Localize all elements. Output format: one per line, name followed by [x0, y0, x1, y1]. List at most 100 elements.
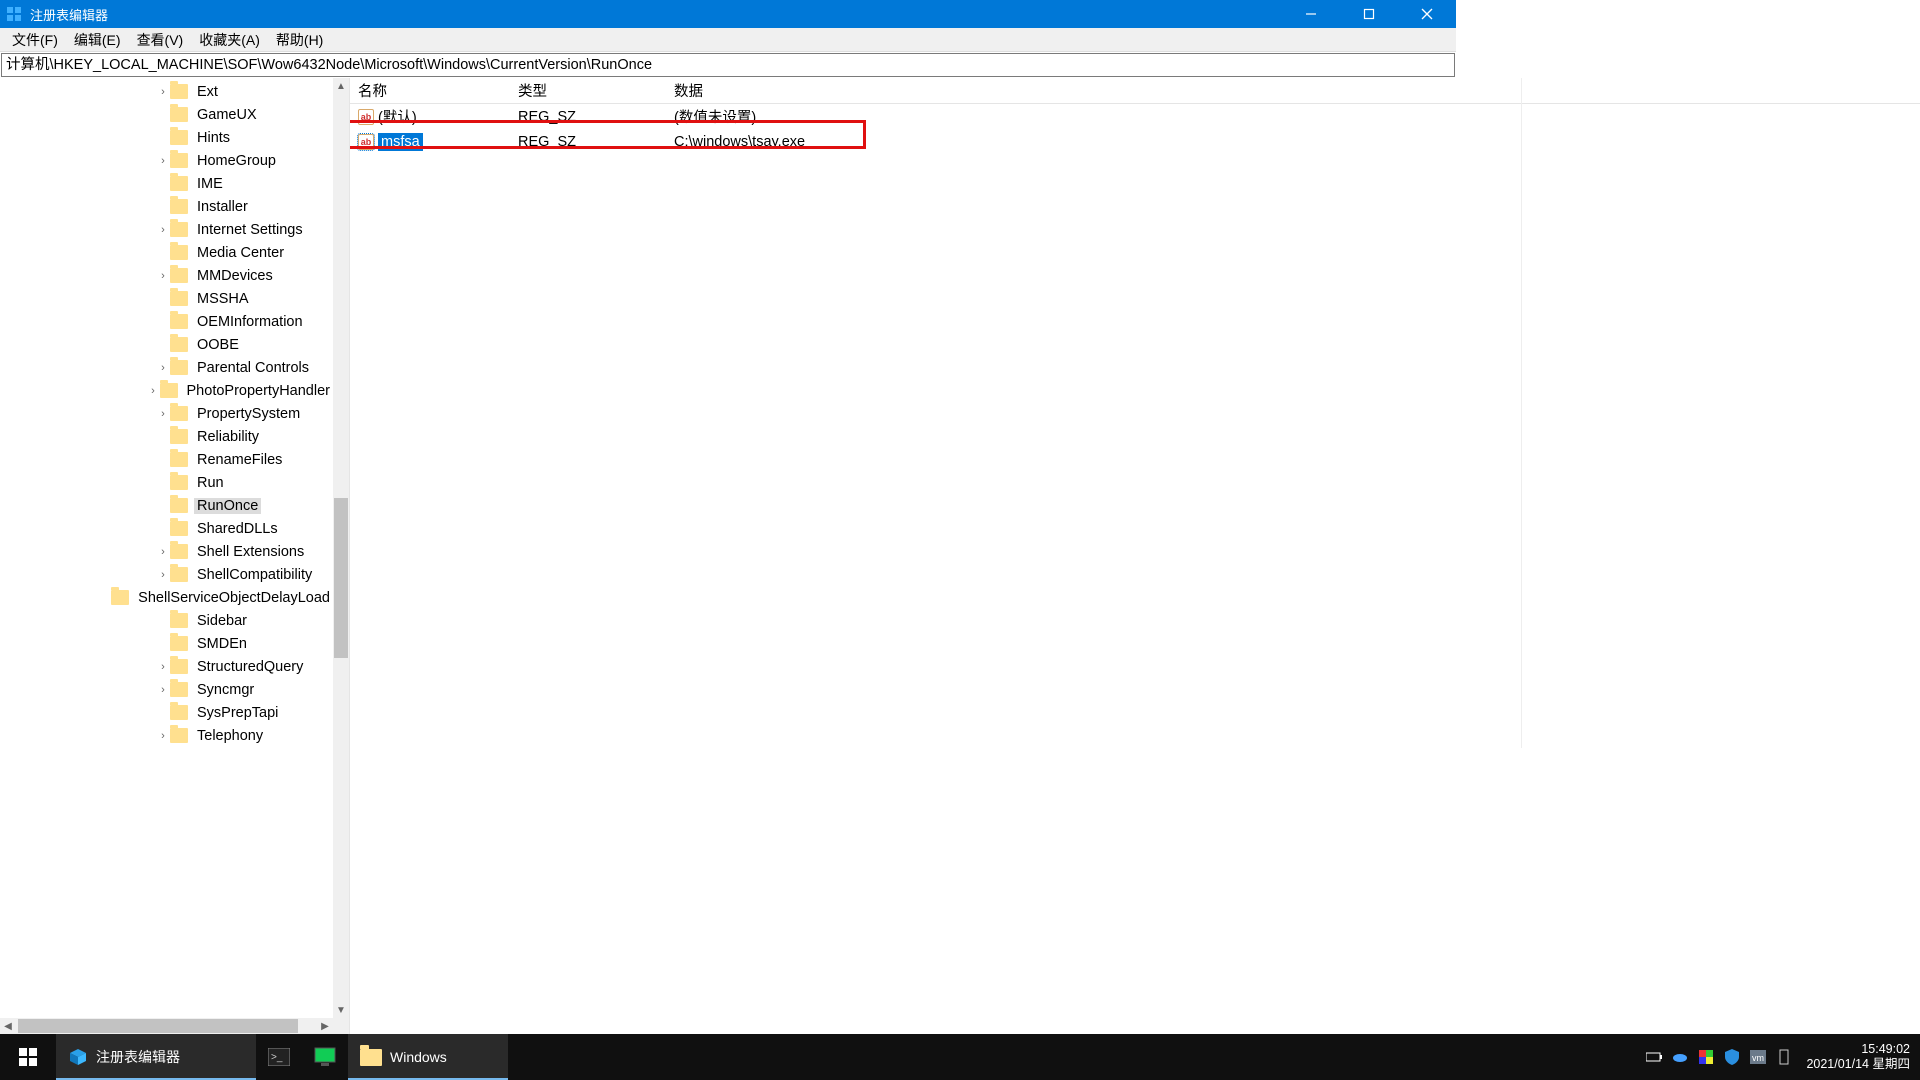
- tree-item[interactable]: MSSHA: [0, 287, 333, 310]
- values-pane: 名称 类型 数据 ab(默认)REG_SZ(数值未设置)abmsfsaREG_S…: [350, 78, 1920, 1034]
- folder-icon: [170, 498, 188, 513]
- values-header: 名称 类型 数据: [350, 78, 1920, 104]
- taskbar-item-explorer[interactable]: Windows: [348, 1034, 508, 1080]
- folder-icon: [170, 429, 188, 444]
- tree-item[interactable]: ›ShellCompatibility: [0, 563, 333, 586]
- taskbar-clock[interactable]: 15:49:02 2021/01/14 星期四: [1796, 1042, 1920, 1072]
- expand-icon[interactable]: ›: [156, 569, 170, 581]
- folder-icon: [170, 268, 188, 283]
- expand-icon[interactable]: ›: [156, 730, 170, 742]
- menu-help[interactable]: 帮助(H): [268, 28, 331, 52]
- tree-item-label: RenameFiles: [194, 452, 285, 468]
- tree-item[interactable]: Hints: [0, 126, 333, 149]
- menu-edit[interactable]: 编辑(E): [66, 28, 129, 52]
- maximize-button[interactable]: [1340, 0, 1398, 28]
- tree-item[interactable]: ›Telephony: [0, 724, 333, 747]
- tree-horizontal-scrollbar[interactable]: ◀ ▶: [0, 1018, 333, 1034]
- scroll-thumb[interactable]: [334, 498, 348, 658]
- scroll-right-arrow-icon[interactable]: ▶: [317, 1018, 333, 1034]
- close-button[interactable]: [1398, 0, 1456, 28]
- address-bar[interactable]: 计算机\HKEY_LOCAL_MACHINE\SOF\Wow6432Node\M…: [1, 53, 1455, 77]
- folder-icon: [170, 222, 188, 237]
- expand-icon[interactable]: ›: [156, 224, 170, 236]
- clock-date: 2021/01/14 星期四: [1806, 1057, 1910, 1072]
- tray-color-icon[interactable]: [1698, 1049, 1714, 1065]
- tree-item[interactable]: › Ext: [0, 80, 333, 103]
- scroll-down-arrow-icon[interactable]: ▼: [333, 1002, 349, 1018]
- tree-item[interactable]: Reliability: [0, 425, 333, 448]
- folder-icon: [360, 1049, 382, 1066]
- tree-item-label: Shell Extensions: [194, 544, 307, 560]
- folder-icon: [160, 383, 178, 398]
- tree-item[interactable]: RunOnce: [0, 494, 333, 517]
- tree-item-label: Ext: [194, 84, 221, 100]
- tree-item[interactable]: ›HomeGroup: [0, 149, 333, 172]
- tree-item[interactable]: ›Parental Controls: [0, 356, 333, 379]
- expand-icon[interactable]: ›: [156, 408, 170, 420]
- tree-item-label: MSSHA: [194, 291, 252, 307]
- tray-cloud-icon[interactable]: [1672, 1049, 1688, 1065]
- tree-item-label: Internet Settings: [194, 222, 306, 238]
- tree-item[interactable]: IME: [0, 172, 333, 195]
- expand-icon[interactable]: ›: [156, 155, 170, 167]
- title-bar: 注册表编辑器: [0, 0, 1456, 28]
- tree-item[interactable]: ›PhotoPropertyHandler: [0, 379, 333, 402]
- expand-icon[interactable]: ›: [156, 86, 170, 98]
- value-row[interactable]: abmsfsaREG_SZC:\windows\tsay.exe: [350, 129, 1920, 154]
- tree-item-label: Reliability: [194, 429, 262, 445]
- tree-item[interactable]: ›StructuredQuery: [0, 655, 333, 678]
- minimize-button[interactable]: [1282, 0, 1340, 28]
- tree-item[interactable]: Run: [0, 471, 333, 494]
- expand-icon[interactable]: ›: [156, 684, 170, 696]
- menu-file[interactable]: 文件(F): [4, 28, 66, 52]
- tree-item[interactable]: ›Syncmgr: [0, 678, 333, 701]
- folder-icon: [170, 728, 188, 743]
- column-name[interactable]: 名称: [350, 80, 510, 101]
- window-title: 注册表编辑器: [30, 5, 1282, 24]
- tree-item[interactable]: › Shell Extensions: [0, 540, 333, 563]
- tree-item[interactable]: ›PropertySystem: [0, 402, 333, 425]
- expand-icon[interactable]: ›: [156, 270, 170, 282]
- tree-item[interactable]: Sidebar: [0, 609, 333, 632]
- tree-item[interactable]: Installer: [0, 195, 333, 218]
- tree-item[interactable]: ›MMDevices: [0, 264, 333, 287]
- taskbar-item-cmd[interactable]: >_: [256, 1034, 302, 1080]
- expand-icon[interactable]: ›: [156, 546, 170, 558]
- expand-icon[interactable]: ›: [156, 661, 170, 673]
- tray-battery-icon[interactable]: [1646, 1049, 1662, 1065]
- taskbar-item-regedit[interactable]: 注册表编辑器: [56, 1034, 256, 1080]
- tree-item[interactable]: OOBE: [0, 333, 333, 356]
- taskbar-item-app[interactable]: [302, 1034, 348, 1080]
- tree-item[interactable]: OEMInformation: [0, 310, 333, 333]
- tree-item[interactable]: Media Center: [0, 241, 333, 264]
- tray-vm-icon[interactable]: vm: [1750, 1049, 1766, 1065]
- svg-text:>_: >_: [271, 1052, 283, 1063]
- column-type[interactable]: 类型: [510, 80, 666, 101]
- value-type: REG_SZ: [510, 134, 666, 150]
- taskbar: 注册表编辑器 >_ Windows vm 15:49:02 2021/01/14…: [0, 1034, 1920, 1080]
- start-button[interactable]: [0, 1034, 56, 1080]
- tree-item-label: Media Center: [194, 245, 287, 261]
- tree-item[interactable]: › Internet Settings: [0, 218, 333, 241]
- tree-item[interactable]: SysPrepTapi: [0, 701, 333, 724]
- expand-icon[interactable]: ›: [156, 362, 170, 374]
- tree-vertical-scrollbar[interactable]: ▲ ▼: [333, 78, 349, 1018]
- tree-item[interactable]: SMDEn: [0, 632, 333, 655]
- tree-scroll-area: › Ext GameUX Hints ›HomeGroupIMEInstaller › In…: [0, 78, 333, 1018]
- expand-icon[interactable]: ›: [146, 385, 159, 397]
- tree-item[interactable]: RenameFiles: [0, 448, 333, 471]
- app-icon: [4, 4, 24, 24]
- tree-item[interactable]: GameUX: [0, 103, 333, 126]
- tree-item-label: Hints: [194, 130, 233, 146]
- scroll-left-arrow-icon[interactable]: ◀: [0, 1018, 16, 1034]
- tray-shield-icon[interactable]: [1724, 1049, 1740, 1065]
- tree-item[interactable]: ShellServiceObjectDelayLoad: [0, 586, 333, 609]
- value-row[interactable]: ab(默认)REG_SZ(数值未设置): [350, 104, 1920, 129]
- scroll-up-arrow-icon[interactable]: ▲: [333, 78, 349, 94]
- tree-item[interactable]: SharedDLLs: [0, 517, 333, 540]
- menu-view[interactable]: 查看(V): [129, 28, 192, 52]
- column-data[interactable]: 数据: [666, 80, 1920, 101]
- menu-favorites[interactable]: 收藏夹(A): [191, 28, 268, 52]
- scroll-thumb[interactable]: [18, 1019, 298, 1033]
- tray-device-icon[interactable]: [1776, 1049, 1792, 1065]
